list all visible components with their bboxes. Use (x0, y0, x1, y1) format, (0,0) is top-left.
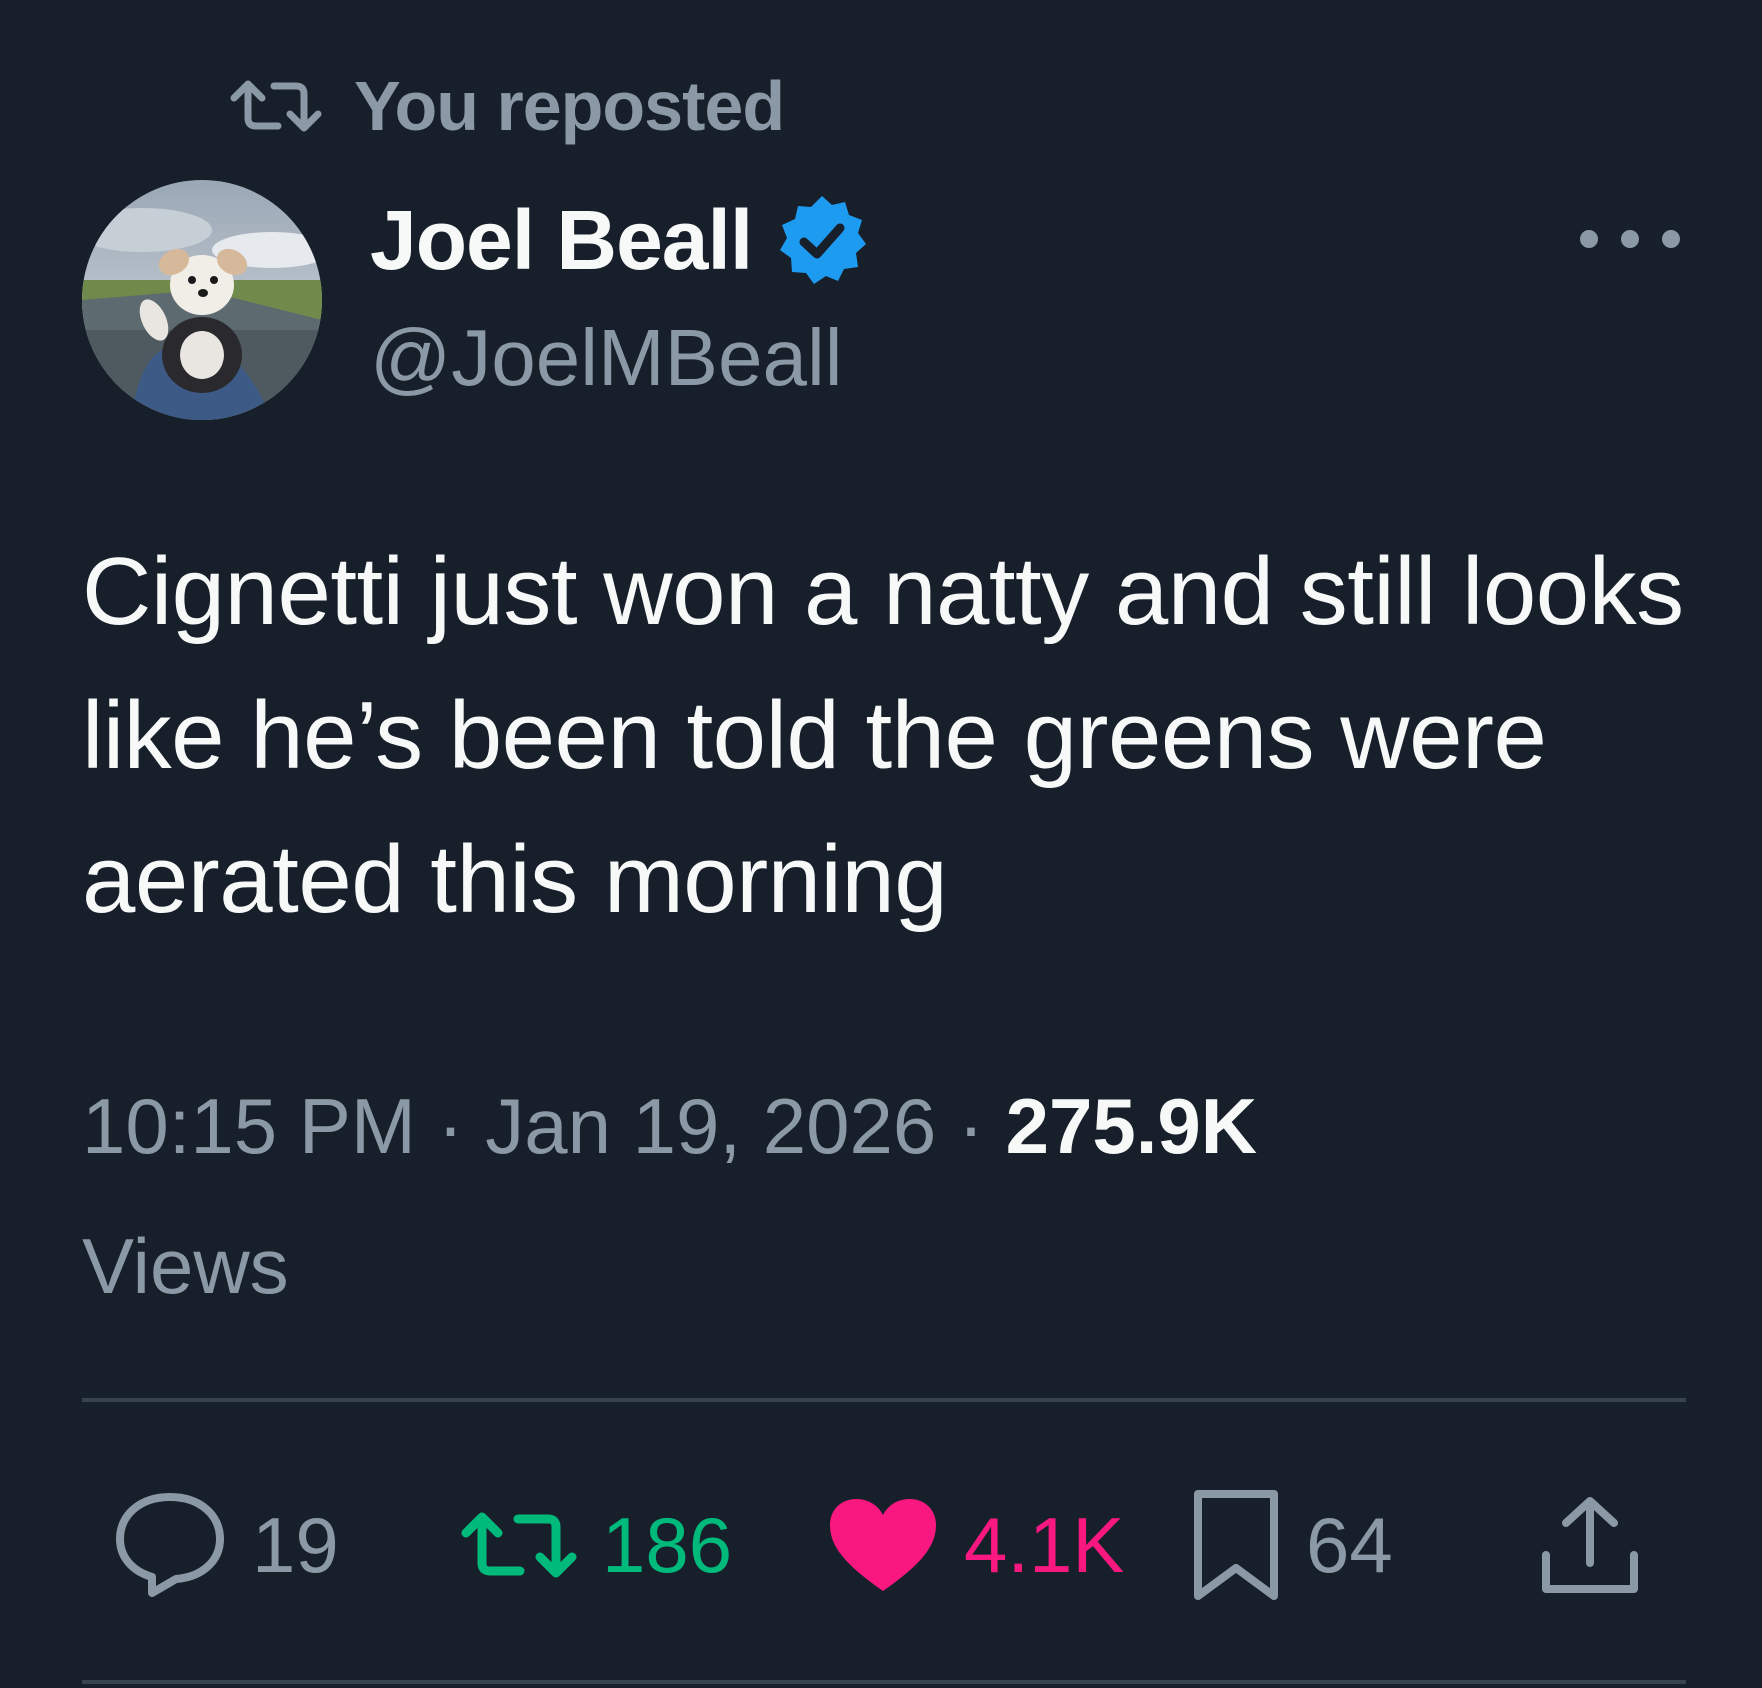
retweet-icon (461, 1512, 577, 1578)
reply-icon (116, 1493, 224, 1597)
more-dot (1621, 230, 1639, 248)
share-button[interactable] (1538, 1480, 1642, 1610)
repost-label: You reposted (354, 67, 785, 145)
tweet-time[interactable]: 10:15 PM (82, 1082, 416, 1170)
divider (82, 1680, 1686, 1684)
repost-context[interactable]: You reposted (226, 66, 785, 146)
more-dot (1580, 230, 1598, 248)
like-button[interactable]: 4.1K (826, 1480, 1124, 1610)
display-name[interactable]: Joel Beall (370, 192, 753, 289)
more-dot (1662, 230, 1680, 248)
author-name-row[interactable]: Joel Beall (370, 190, 872, 290)
divider (82, 1398, 1686, 1402)
share-icon (1542, 1497, 1638, 1593)
tweet-date[interactable]: Jan 19, 2026 (485, 1082, 936, 1170)
meta-separator: · (437, 1082, 464, 1170)
tweet-detail: You reposted Joel Beall @JoelMBeall Cign… (0, 0, 1762, 1688)
retweet-count: 186 (602, 1500, 733, 1589)
views-count[interactable]: 275.9K (1006, 1082, 1258, 1170)
retweet-button[interactable]: 186 (460, 1480, 732, 1610)
avatar[interactable] (82, 180, 322, 420)
more-options-icon[interactable] (1580, 214, 1680, 264)
retweet-icon (226, 76, 326, 136)
like-count: 4.1K (964, 1500, 1125, 1589)
dog-avatar (82, 180, 322, 420)
meta-separator: · (957, 1082, 984, 1170)
bookmark-count: 64 (1306, 1500, 1393, 1589)
tweet-meta: 10:15 PM · Jan 19, 2026 · 275.9K Views (82, 1056, 1682, 1336)
views-label[interactable]: Views (82, 1222, 289, 1310)
verified-badge-icon[interactable] (772, 190, 872, 290)
bookmark-button[interactable]: 64 (1190, 1480, 1393, 1610)
tweet-text: Cignetti just won a natty and still look… (82, 538, 1684, 933)
reply-count: 19 (252, 1500, 339, 1589)
heart-icon (830, 1499, 936, 1591)
bookmark-icon (1194, 1490, 1278, 1600)
author-handle[interactable]: @JoelMBeall (370, 312, 843, 404)
reply-button[interactable]: 19 (112, 1480, 339, 1610)
